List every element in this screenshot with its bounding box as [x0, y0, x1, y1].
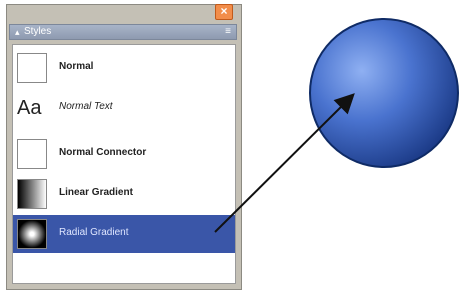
- illustration-overlay: [214, 18, 459, 233]
- blue-sphere: [309, 18, 459, 168]
- arrow-connector: [214, 93, 355, 233]
